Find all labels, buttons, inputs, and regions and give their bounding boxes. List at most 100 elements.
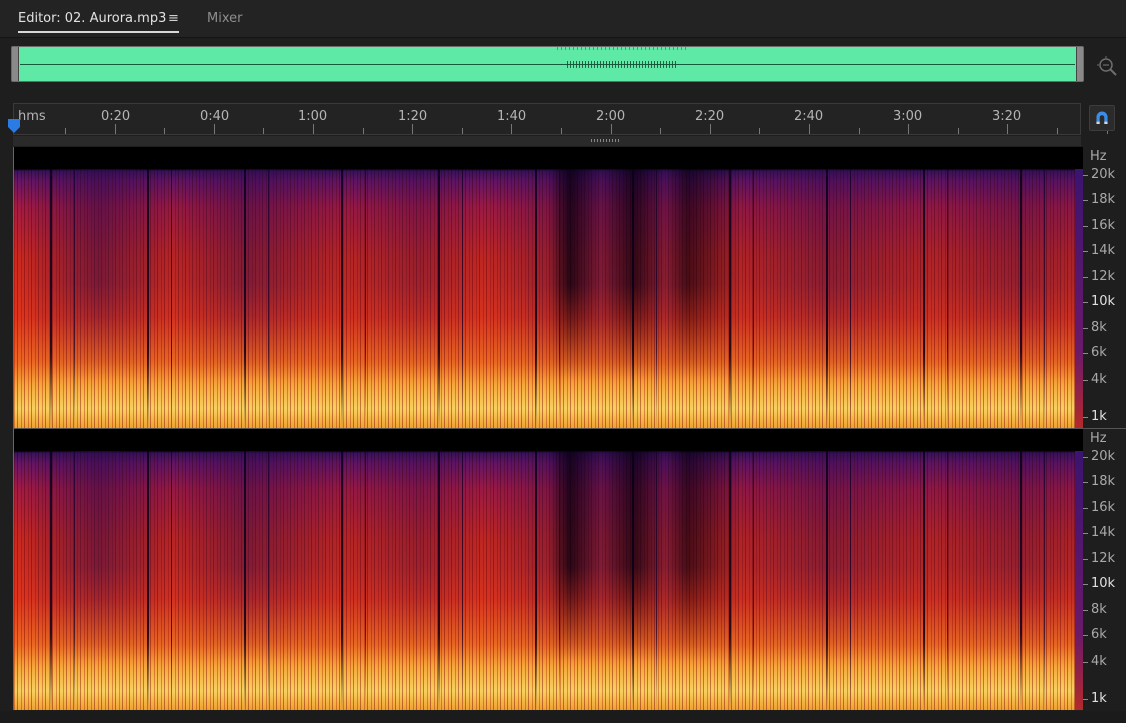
ruler-tick bbox=[114, 124, 116, 134]
overview-navigator[interactable] bbox=[11, 46, 1084, 82]
ruler-time-label: 0:20 bbox=[101, 109, 131, 124]
ruler-tick bbox=[858, 128, 860, 134]
frequency-axis-right[interactable]: Hz 20k 18k 16k 14k 12k 10k 8k 6k 4k 1k bbox=[1083, 429, 1126, 710]
editor-tab-bar: Editor: 02. Aurora.mp3 ≡ Mixer bbox=[0, 0, 1126, 38]
frequency-tick bbox=[1083, 699, 1088, 700]
spectral-gaps bbox=[13, 169, 1083, 428]
ruler-time-label: 1:20 bbox=[398, 109, 428, 124]
ruler-tick bbox=[759, 128, 761, 134]
ruler-tick bbox=[362, 128, 364, 134]
frequency-label: 8k bbox=[1091, 320, 1107, 335]
frequency-tick bbox=[1083, 353, 1088, 354]
frequency-tick bbox=[1083, 226, 1088, 227]
ruler-time-label: 1:40 bbox=[497, 109, 527, 124]
ruler-tick bbox=[461, 128, 463, 134]
ruler-time-label: 3:00 bbox=[893, 109, 923, 124]
frequency-tick bbox=[1083, 277, 1088, 278]
frequency-axis-left[interactable]: Hz 20k 18k 16k 14k 12k 10k 8k 6k 4k 1k bbox=[1083, 147, 1126, 428]
splitter-grip bbox=[591, 139, 621, 142]
snap-icon bbox=[1096, 111, 1108, 124]
frequency-label: 18k bbox=[1091, 474, 1116, 489]
frequency-label: 4k bbox=[1091, 372, 1107, 387]
frequency-tick bbox=[1083, 200, 1088, 201]
ruler-tick bbox=[809, 124, 810, 134]
ruler-time-label: 2:20 bbox=[695, 109, 725, 124]
ruler-tick bbox=[1057, 128, 1058, 134]
spectrogram-channel-left[interactable] bbox=[13, 147, 1083, 428]
ruler-tick bbox=[1007, 124, 1009, 134]
frequency-unit-label: Hz bbox=[1090, 149, 1107, 164]
frequency-label: 18k bbox=[1091, 192, 1116, 207]
frequency-tick bbox=[1083, 662, 1088, 663]
ruler-tick bbox=[164, 128, 166, 134]
overview-left-handle[interactable] bbox=[12, 47, 19, 81]
tab-mixer[interactable]: Mixer bbox=[207, 11, 242, 26]
ruler-time-label: 1:00 bbox=[298, 109, 328, 124]
frequency-tick bbox=[1083, 328, 1088, 329]
frequency-tick bbox=[1083, 533, 1088, 534]
frequency-tick bbox=[1083, 417, 1088, 418]
frequency-label: 16k bbox=[1091, 500, 1116, 515]
frequency-tick bbox=[1083, 175, 1088, 176]
overview-waveform bbox=[20, 64, 1075, 65]
playhead-line bbox=[13, 147, 14, 710]
frequency-label: 6k bbox=[1091, 345, 1107, 360]
panel-splitter[interactable] bbox=[13, 136, 1081, 146]
ruler-tick bbox=[412, 124, 414, 134]
frequency-tick bbox=[1083, 251, 1088, 252]
frequency-label: 20k bbox=[1091, 167, 1116, 182]
frequency-tick bbox=[1083, 508, 1088, 509]
frequency-label: 8k bbox=[1091, 602, 1107, 617]
ruler-tick bbox=[511, 124, 513, 134]
frequency-label: 14k bbox=[1091, 525, 1116, 540]
bottom-border bbox=[0, 711, 1126, 723]
ruler-tick bbox=[957, 128, 959, 134]
ruler-tick bbox=[908, 124, 910, 134]
ruler-tick bbox=[660, 128, 662, 134]
ruler-tick bbox=[561, 128, 562, 134]
ruler-time-label: 2:40 bbox=[794, 109, 824, 124]
frequency-label: 16k bbox=[1091, 218, 1116, 233]
frequency-label: 10k bbox=[1091, 576, 1116, 591]
frequency-tick bbox=[1083, 380, 1088, 381]
frequency-label: 1k bbox=[1091, 409, 1107, 424]
ruler-tick bbox=[263, 128, 265, 134]
ruler-tick bbox=[213, 124, 215, 134]
ruler-time-label: 3:20 bbox=[992, 109, 1022, 124]
frequency-label: 6k bbox=[1091, 627, 1107, 642]
frequency-label: 12k bbox=[1091, 551, 1116, 566]
spectrogram-channel-right[interactable] bbox=[13, 429, 1083, 710]
frequency-tick bbox=[1083, 584, 1088, 585]
frequency-tick bbox=[1083, 635, 1088, 636]
frequency-unit-label: Hz bbox=[1090, 431, 1107, 446]
spectral-end-fade bbox=[1075, 169, 1083, 428]
snap-toggle-button[interactable] bbox=[1089, 105, 1115, 131]
spectral-gaps bbox=[13, 451, 1083, 710]
frequency-tick bbox=[1083, 457, 1088, 458]
frequency-tick bbox=[1083, 482, 1088, 483]
frequency-label: 10k bbox=[1091, 294, 1116, 309]
overview-right-handle[interactable] bbox=[1076, 47, 1083, 81]
zoom-icon[interactable] bbox=[1096, 55, 1118, 77]
timeline-ruler[interactable]: hms 0:20 0:40 1:00 1:20 1:40 2:00 2:20 2… bbox=[13, 103, 1108, 135]
menu-icon[interactable]: ≡ bbox=[168, 11, 179, 26]
ruler-time-label: 0:40 bbox=[200, 109, 230, 124]
playhead-icon[interactable] bbox=[7, 118, 21, 134]
frequency-label: 4k bbox=[1091, 654, 1107, 669]
tab-editor[interactable]: Editor: 02. Aurora.mp3 bbox=[18, 11, 166, 26]
ruler-tick bbox=[313, 124, 314, 134]
frequency-tick bbox=[1083, 302, 1088, 303]
ruler-tick bbox=[709, 124, 711, 134]
spectral-end-fade bbox=[1075, 451, 1083, 710]
frequency-label: 14k bbox=[1091, 243, 1116, 258]
frequency-tick bbox=[1083, 610, 1088, 611]
ruler-tick bbox=[65, 128, 66, 134]
frequency-label: 1k bbox=[1091, 691, 1107, 706]
ruler-unit-label: hms bbox=[18, 109, 46, 124]
ruler-time-label: 2:00 bbox=[596, 109, 626, 124]
overview-waveform-peaks bbox=[557, 47, 687, 50]
frequency-label: 12k bbox=[1091, 269, 1116, 284]
frequency-tick bbox=[1083, 559, 1088, 560]
ruler-tick bbox=[610, 124, 612, 134]
frequency-label: 20k bbox=[1091, 449, 1116, 464]
